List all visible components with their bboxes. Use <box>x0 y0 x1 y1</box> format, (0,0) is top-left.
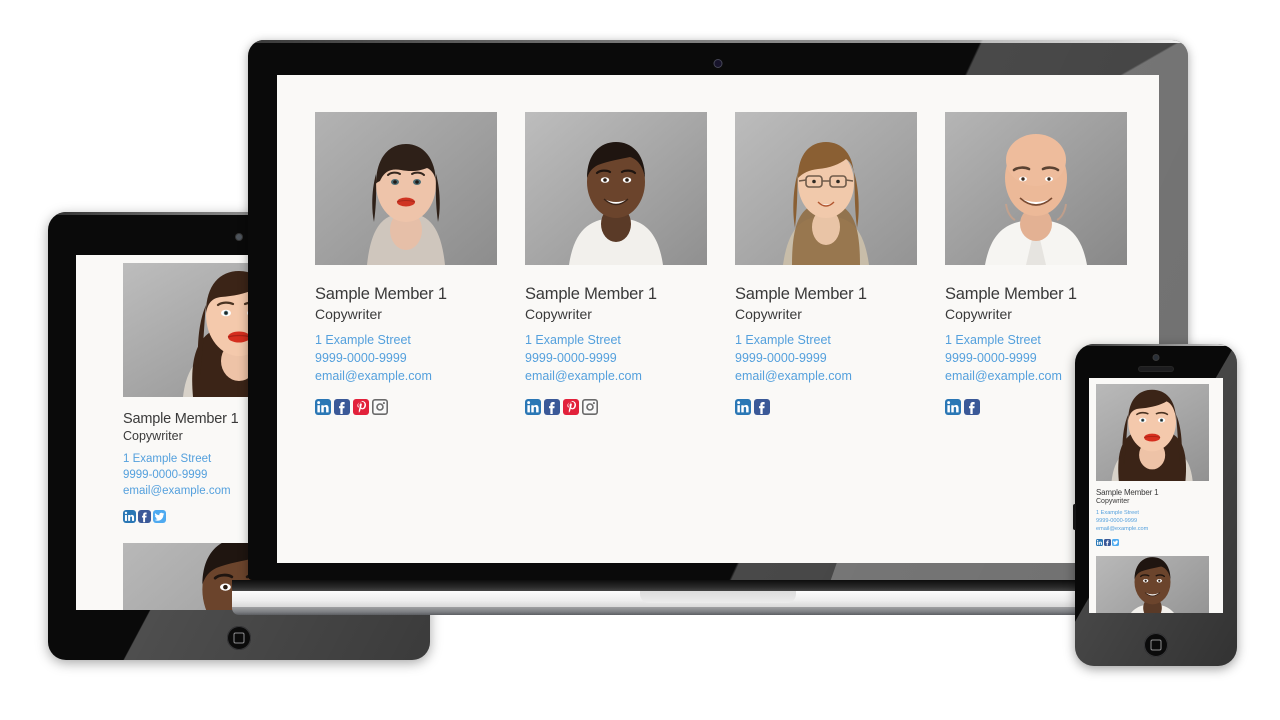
portrait-image <box>1096 384 1209 481</box>
member-phone-link[interactable]: 9999-0000-9999 <box>315 350 497 368</box>
member-address-link[interactable]: 1 Example Street <box>315 332 497 350</box>
home-button[interactable] <box>227 626 251 650</box>
member-photo <box>315 112 497 265</box>
facebook-icon[interactable] <box>334 398 350 415</box>
laptop-screen: Sample Member 1 Copywriter 1 Example Str… <box>277 75 1159 563</box>
member-phone-link[interactable]: 9999-0000-9999 <box>525 350 707 368</box>
linkedin-icon[interactable] <box>525 398 541 415</box>
member-contact-links: 1 Example Street 9999-0000-9999 email@ex… <box>735 332 917 385</box>
facebook-icon[interactable] <box>754 398 770 415</box>
member-photo <box>525 112 707 265</box>
member-contact-links: 1 Example Street 9999-0000-9999 email@ex… <box>315 332 497 385</box>
team-member-card[interactable]: Sample Member 1 Copywriter 1 Example Str… <box>1089 378 1223 613</box>
member-email-link[interactable]: email@example.com <box>315 368 497 386</box>
facebook-icon[interactable] <box>138 509 151 523</box>
laptop-base-foot <box>232 607 1204 615</box>
member-phone-link[interactable]: 9999-0000-9999 <box>1096 517 1223 525</box>
phone-top-edge <box>1075 344 1237 346</box>
pinterest-icon[interactable] <box>563 398 579 415</box>
member-role: Copywriter <box>525 305 592 322</box>
member-name: Sample Member 1 <box>525 285 657 303</box>
member-address-link[interactable]: 1 Example Street <box>1096 509 1223 517</box>
speaker-icon <box>1139 367 1173 371</box>
member-photo <box>945 112 1127 265</box>
member-photo <box>735 112 917 265</box>
instagram-icon[interactable] <box>582 398 598 415</box>
member-phone-link[interactable]: 9999-0000-9999 <box>735 350 917 368</box>
facebook-icon[interactable] <box>1104 538 1111 546</box>
instagram-icon[interactable] <box>372 398 388 415</box>
portrait-image <box>945 112 1127 265</box>
member-social-links <box>735 398 917 415</box>
member-name: Sample Member 1 <box>315 285 447 303</box>
member-social-links <box>315 398 497 415</box>
pinterest-icon[interactable] <box>353 398 369 415</box>
laptop-card-grid: Sample Member 1 Copywriter 1 Example Str… <box>277 75 1159 415</box>
linkedin-icon[interactable] <box>945 398 961 415</box>
facebook-icon[interactable] <box>544 398 560 415</box>
home-button[interactable] <box>1144 633 1168 657</box>
home-square-icon <box>233 632 245 644</box>
member-photo <box>1096 384 1209 481</box>
member-social-links <box>1096 538 1223 546</box>
camera-icon <box>236 234 242 240</box>
member-name: Sample Member 1 <box>945 285 1077 303</box>
linkedin-icon[interactable] <box>1096 538 1103 546</box>
phone-device: Sample Member 1 Copywriter 1 Example Str… <box>1073 344 1237 666</box>
twitter-icon[interactable] <box>153 509 166 523</box>
facebook-icon[interactable] <box>964 398 980 415</box>
member-contact-links: 1 Example Street 9999-0000-9999 email@ex… <box>525 332 707 385</box>
linkedin-icon[interactable] <box>315 398 331 415</box>
volume-button[interactable] <box>1073 504 1076 530</box>
linkedin-icon[interactable] <box>735 398 751 415</box>
team-member-card[interactable]: Sample Member 1 Copywriter 1 Example Str… <box>315 112 497 415</box>
portrait-image <box>525 112 707 265</box>
portrait-image <box>735 112 917 265</box>
laptop-top-edge <box>248 40 1188 43</box>
device-mockup-scene: Sample Member 1 Copywriter 1 Example Str… <box>0 0 1280 720</box>
member-address-link[interactable]: 1 Example Street <box>735 332 917 350</box>
team-member-card[interactable]: Sample Member 1 Copywriter 1 Example Str… <box>525 112 707 415</box>
laptop-latch-notch <box>640 591 796 603</box>
portrait-image <box>315 112 497 265</box>
portrait-image <box>1096 555 1209 613</box>
linkedin-icon[interactable] <box>123 509 136 523</box>
member-name: Sample Member 1 <box>1096 488 1159 497</box>
member-name: Sample Member 1 <box>735 285 867 303</box>
twitter-icon[interactable] <box>1112 538 1119 546</box>
member-address-link[interactable]: 1 Example Street <box>525 332 707 350</box>
member-contact-links: 1 Example Street 9999-0000-9999 email@ex… <box>1096 509 1223 533</box>
member-email-link[interactable]: email@example.com <box>735 368 917 386</box>
member-email-link[interactable]: email@example.com <box>1096 525 1223 533</box>
member-email-link[interactable]: email@example.com <box>525 368 707 386</box>
laptop-base <box>232 580 1204 618</box>
member-role: Copywriter <box>945 305 1012 322</box>
laptop-device: Sample Member 1 Copywriter 1 Example Str… <box>232 40 1204 618</box>
phone-screen: Sample Member 1 Copywriter 1 Example Str… <box>1089 378 1223 613</box>
next-member-photo <box>1096 555 1209 613</box>
member-role: Copywriter <box>315 305 382 322</box>
member-role: Copywriter <box>1096 497 1130 505</box>
member-social-links <box>525 398 707 415</box>
camera-icon <box>1153 355 1159 360</box>
camera-icon <box>714 60 722 67</box>
laptop-lid: Sample Member 1 Copywriter 1 Example Str… <box>248 40 1188 580</box>
home-square-icon <box>1150 639 1162 651</box>
phone-page: Sample Member 1 Copywriter 1 Example Str… <box>1089 378 1223 613</box>
laptop-page: Sample Member 1 Copywriter 1 Example Str… <box>277 75 1159 563</box>
phone-body: Sample Member 1 Copywriter 1 Example Str… <box>1075 344 1237 666</box>
team-member-card[interactable]: Sample Member 1 Copywriter 1 Example Str… <box>735 112 917 415</box>
member-role: Copywriter <box>735 305 802 322</box>
